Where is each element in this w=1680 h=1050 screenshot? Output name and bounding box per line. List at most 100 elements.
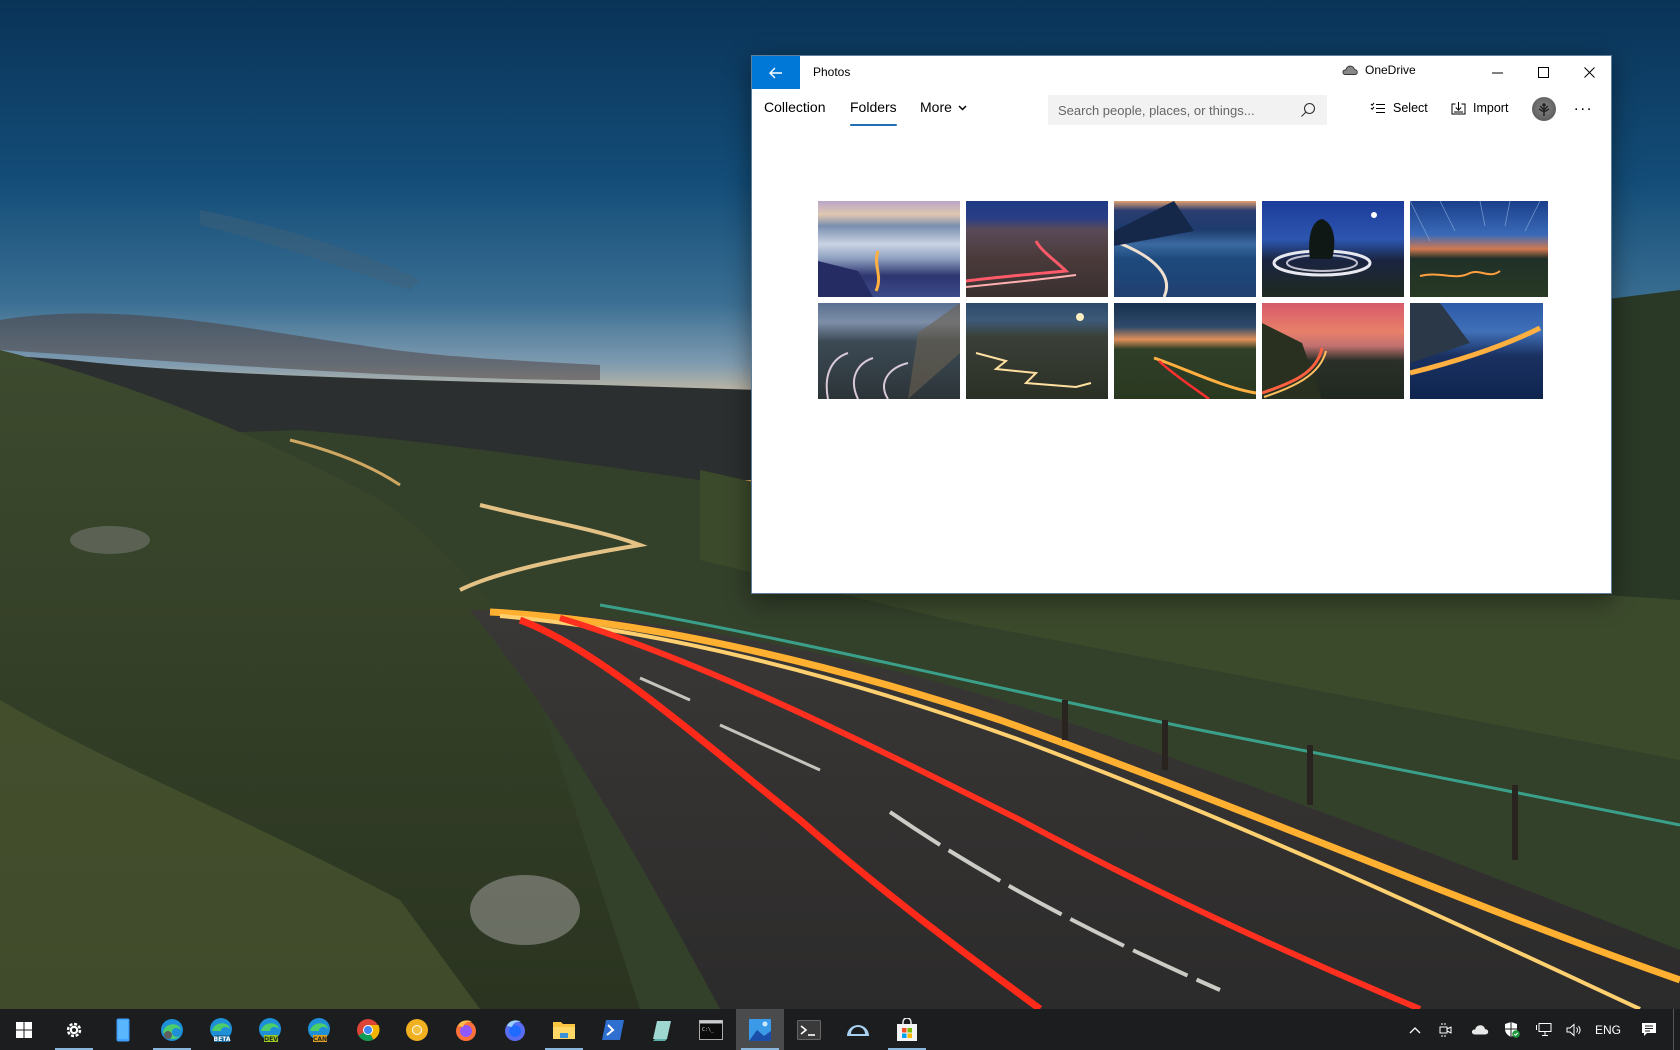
taskbar-store[interactable] [883,1009,931,1050]
search-box[interactable] [1048,95,1327,125]
chevron-up-icon [1409,1026,1421,1033]
thumbnail[interactable] [1114,201,1256,297]
badge-text: CAN [313,1036,327,1043]
close-button[interactable] [1566,56,1612,89]
cloud-icon [1342,65,1358,75]
input-language-button[interactable]: ENG [1592,1009,1624,1050]
taskbar-photos[interactable] [736,1009,784,1050]
taskbar-chrome-canary[interactable] [393,1009,441,1050]
import-icon [1451,102,1466,115]
taskbar-terminal[interactable] [785,1009,833,1050]
firefox-dev-icon [505,1019,525,1041]
taskbar-edge-beta[interactable]: BETA [197,1009,245,1050]
thumbnail[interactable] [966,303,1108,399]
taskbar-edge-dev[interactable]: DEV [246,1009,294,1050]
tab-folders[interactable]: Folders [850,99,897,126]
notepad-icon [653,1020,671,1041]
thumbnail[interactable] [1410,201,1548,297]
cloud-icon [1471,1025,1489,1035]
tab-collection[interactable]: Collection [764,99,825,125]
thumbnail[interactable] [818,303,960,399]
thumbnail[interactable] [1410,303,1543,399]
thumbnail[interactable] [1262,201,1404,297]
search-icon[interactable] [1299,101,1317,119]
taskbar-phone[interactable] [99,1009,147,1050]
svg-text:C:\_: C:\_ [702,1027,715,1033]
search-input[interactable] [1058,102,1299,118]
action-center-button[interactable] [1634,1009,1664,1050]
app-title: Photos [813,65,851,79]
chrome-icon [357,1018,380,1041]
firefox-icon [456,1019,476,1041]
taskbar-powershell[interactable] [589,1009,637,1050]
taskbar-protractor-app[interactable] [834,1009,882,1050]
meet-now-icon [1439,1022,1452,1037]
nav-bar: Collection Folders More Select [752,89,1611,135]
tab-more-label: More [920,99,952,115]
taskbar-firefox-developer[interactable] [491,1009,539,1050]
taskbar-settings[interactable] [50,1009,98,1050]
see-more-button[interactable]: ... [1574,97,1593,115]
network-button[interactable] [1532,1009,1556,1050]
thumbnail-light-trail [818,250,881,297]
maximize-button[interactable] [1520,56,1566,89]
gear-icon [66,1022,82,1037]
more-dots-icon: ... [1574,97,1594,114]
import-button[interactable]: Import [1451,101,1508,115]
show-desktop-button[interactable] [1673,1009,1680,1050]
taskbar-command-prompt[interactable]: C:\_ [687,1009,735,1050]
close-icon [1583,67,1595,78]
thumbnail-light-trail [1272,212,1377,277]
onedrive-label: OneDrive [1365,63,1416,77]
thumbnail[interactable] [818,201,960,297]
thumbnail-light-trail [1410,201,1541,278]
taskbar: BETA DEV CAN C:\_ ENG [0,1009,1680,1050]
select-label: Select [1393,101,1428,115]
volume-button[interactable] [1562,1009,1586,1050]
show-hidden-icons-button[interactable] [1403,1009,1427,1050]
windows-security-button[interactable] [1500,1009,1524,1050]
badge-text: BETA [214,1036,231,1043]
tab-collection-label: Collection [764,99,826,115]
volume-icon [1566,1022,1581,1037]
meet-now-button[interactable] [1433,1009,1457,1050]
taskbar-file-explorer[interactable] [540,1009,588,1050]
powershell-icon [602,1019,624,1040]
onedrive-status[interactable]: OneDrive [1342,63,1416,77]
network-icon [1536,1023,1552,1036]
back-button[interactable] [752,56,800,89]
minimize-button[interactable] [1474,56,1520,89]
taskbar-edge-canary[interactable]: CAN [295,1009,343,1050]
taskbar-notepad[interactable] [638,1009,686,1050]
thumbnail-light-trail [1153,356,1256,399]
taskbar-firefox[interactable] [442,1009,490,1050]
windows-logo-icon [16,1021,32,1038]
taskbar-edge[interactable] [148,1009,196,1050]
thumbnail[interactable] [966,201,1108,297]
phone-icon [116,1018,130,1041]
start-button[interactable] [0,1009,48,1050]
badge-text: DEV [264,1036,278,1043]
photos-window: Photos OneDrive Collection Folders More [751,55,1612,594]
folder-icon [553,1021,575,1039]
store-icon [897,1017,917,1041]
protractor-icon [847,1024,869,1036]
thumbnail[interactable] [1262,303,1404,399]
title-bar[interactable]: Photos OneDrive [752,56,1611,89]
thumbnail[interactable] [1114,303,1256,399]
user-avatar[interactable] [1532,97,1556,121]
select-button[interactable]: Select [1370,101,1428,115]
thumbnail-light-trail [975,313,1092,389]
tab-folders-label: Folders [850,99,897,115]
account-picture-icon [1538,103,1550,116]
edge-dev-icon: DEV [259,1017,281,1043]
photos-icon [749,1018,771,1041]
multi-select-icon [1370,102,1385,113]
taskbar-chrome[interactable] [344,1009,392,1050]
import-label: Import [1473,101,1509,115]
minimize-icon [1491,72,1503,73]
notification-icon [1642,1023,1656,1036]
onedrive-tray-button[interactable] [1466,1009,1494,1050]
chrome-canary-icon [406,1018,428,1041]
tab-more[interactable]: More [920,99,967,125]
